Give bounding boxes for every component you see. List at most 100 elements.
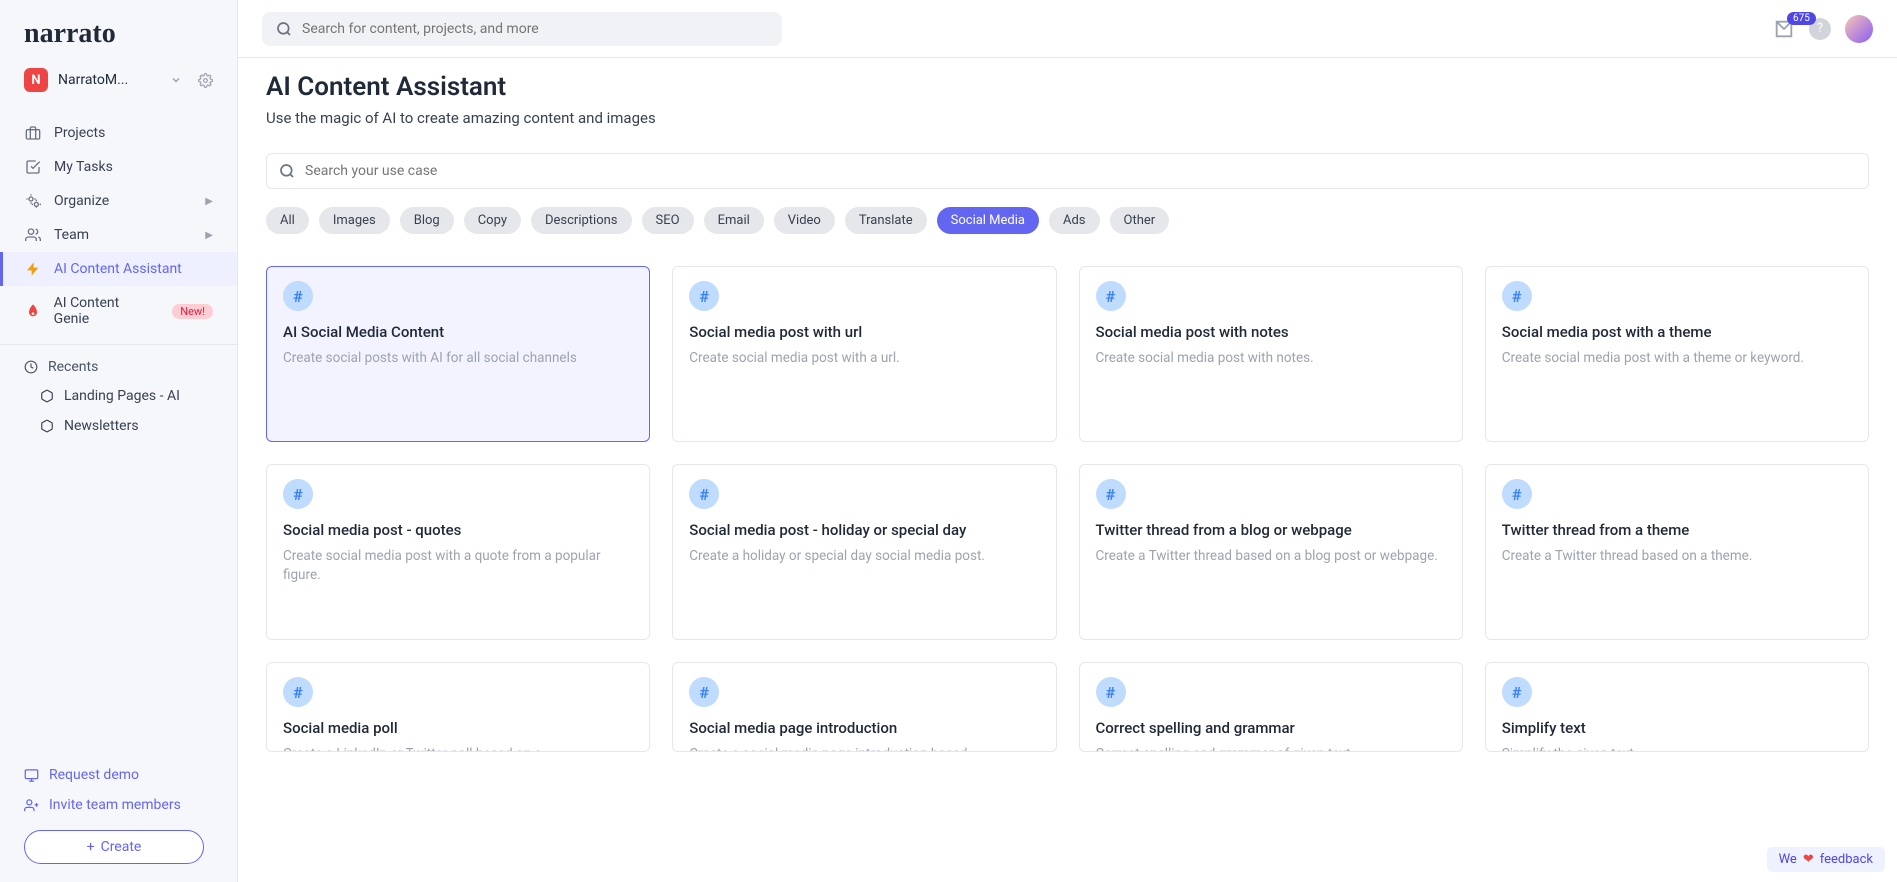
usecase-search[interactable] xyxy=(266,153,1869,189)
rocket-icon xyxy=(24,303,42,319)
gear-icon[interactable] xyxy=(198,73,213,88)
hash-icon: # xyxy=(689,479,719,509)
card-desc: Create a holiday or special day social m… xyxy=(689,547,1039,566)
sidebar-item-organize[interactable]: Organize ▶ xyxy=(0,184,237,218)
card-title: Social media post with url xyxy=(689,323,1039,341)
hash-icon: # xyxy=(689,281,719,311)
page-title: AI Content Assistant xyxy=(266,72,1869,102)
global-search[interactable] xyxy=(262,12,782,46)
usecase-card[interactable]: # Social media post - quotes Create soci… xyxy=(266,464,650,640)
sidebar-item-projects[interactable]: Projects xyxy=(0,116,237,150)
filter-pill-ads[interactable]: Ads xyxy=(1049,207,1100,234)
recents-label: Recents xyxy=(48,359,98,375)
filter-pill-seo[interactable]: SEO xyxy=(642,207,694,234)
card-title: Social media post with notes xyxy=(1096,323,1446,341)
card-desc: Create social posts with AI for all soci… xyxy=(283,349,633,368)
box-icon xyxy=(40,389,54,403)
search-input[interactable] xyxy=(302,21,768,37)
filter-pill-social-media[interactable]: Social Media xyxy=(937,207,1039,234)
filter-pill-other[interactable]: Other xyxy=(1110,207,1170,234)
recent-item[interactable]: Landing Pages - AI xyxy=(0,381,237,411)
sidebar-item-label: Team xyxy=(54,227,89,243)
hash-icon: # xyxy=(1502,479,1532,509)
briefcase-icon xyxy=(24,125,42,141)
filter-pill-images[interactable]: Images xyxy=(319,207,390,234)
sidebar-item-team[interactable]: Team ▶ xyxy=(0,218,237,252)
card-title: Twitter thread from a blog or webpage xyxy=(1096,521,1446,539)
request-demo-link[interactable]: Request demo xyxy=(24,760,213,790)
search-icon xyxy=(276,21,292,37)
usecase-card[interactable]: # Social media post - holiday or special… xyxy=(672,464,1056,640)
card-desc: Create social media post with a url. xyxy=(689,349,1039,368)
filter-pill-email[interactable]: Email xyxy=(704,207,764,234)
card-desc: Create social media post with a quote fr… xyxy=(283,547,633,585)
clock-icon xyxy=(24,360,38,374)
main-content: AI Content Assistant Use the magic of AI… xyxy=(238,58,1897,882)
recent-item[interactable]: Newsletters xyxy=(0,411,237,441)
cogs-icon xyxy=(24,193,42,209)
notifications-button[interactable]: 675 xyxy=(1773,18,1795,40)
hash-icon: # xyxy=(283,281,313,311)
usecase-card[interactable]: # Correct spelling and grammar Correct s… xyxy=(1079,662,1463,752)
sidebar-item-tasks[interactable]: My Tasks xyxy=(0,150,237,184)
filter-pills: All Images Blog Copy Descriptions SEO Email Vid… xyxy=(266,207,1869,234)
chevron-down-icon[interactable] xyxy=(170,74,182,86)
card-desc: Create social media post with notes. xyxy=(1096,349,1446,368)
caret-right-icon: ▶ xyxy=(205,230,213,241)
search-icon xyxy=(279,163,295,179)
filter-pill-translate[interactable]: Translate xyxy=(845,207,927,234)
link-label: Invite team members xyxy=(49,797,181,813)
sidebar-item-ai-assistant[interactable]: AI Content Assistant xyxy=(0,252,237,286)
cards-grid: # AI Social Media Content Create social … xyxy=(266,266,1869,752)
logo: narrato xyxy=(0,0,237,62)
usecase-card[interactable]: # Twitter thread from a theme Create a T… xyxy=(1485,464,1869,640)
recent-item-label: Newsletters xyxy=(64,418,139,434)
create-button[interactable]: + Create xyxy=(24,830,204,864)
sidebar-item-label: Organize xyxy=(54,193,109,209)
card-desc: Create a social media page introduction … xyxy=(689,745,1039,752)
hash-icon: # xyxy=(1096,281,1126,311)
create-label: Create xyxy=(101,839,142,855)
card-title: Correct spelling and grammar xyxy=(1096,719,1446,737)
monitor-icon xyxy=(24,768,39,783)
workspace-selector[interactable]: N NarratoM... xyxy=(0,62,237,106)
card-desc: Create a Twitter thread based on a blog … xyxy=(1096,547,1446,566)
recent-item-label: Landing Pages - AI xyxy=(64,388,180,404)
caret-right-icon: ▶ xyxy=(205,196,213,207)
plus-icon: + xyxy=(87,839,95,855)
workspace-badge: N xyxy=(24,68,48,92)
card-desc: Correct spelling and grammar of given te… xyxy=(1096,745,1446,752)
filter-pill-video[interactable]: Video xyxy=(774,207,835,234)
usecase-card[interactable]: # Simplify text Simplify the given text xyxy=(1485,662,1869,752)
card-desc: Create a Twitter thread based on a theme… xyxy=(1502,547,1852,566)
avatar[interactable] xyxy=(1845,15,1873,43)
sidebar-item-label: AI Content Assistant xyxy=(54,261,182,277)
usecase-search-input[interactable] xyxy=(305,163,1856,179)
card-desc: Create a LinkedIn or Twitter poll based … xyxy=(283,745,633,752)
usecase-card[interactable]: # Social media poll Create a LinkedIn or… xyxy=(266,662,650,752)
filter-pill-copy[interactable]: Copy xyxy=(464,207,521,234)
usecase-card[interactable]: # AI Social Media Content Create social … xyxy=(266,266,650,442)
usecase-card[interactable]: # Social media post with url Create soci… xyxy=(672,266,1056,442)
filter-pill-all[interactable]: All xyxy=(266,207,309,234)
usecase-card[interactable]: # Social media post with a theme Create … xyxy=(1485,266,1869,442)
box-icon xyxy=(40,419,54,433)
invite-team-link[interactable]: Invite team members xyxy=(24,790,213,820)
topbar: 675 ? xyxy=(238,0,1897,58)
hash-icon: # xyxy=(1096,479,1126,509)
workspace-name: NarratoM... xyxy=(58,72,160,88)
card-desc: Simplify the given text xyxy=(1502,745,1852,752)
feedback-button[interactable]: We ❤ feedback xyxy=(1767,847,1885,872)
check-icon xyxy=(24,159,42,175)
hash-icon: # xyxy=(689,677,719,707)
usecase-card[interactable]: # Twitter thread from a blog or webpage … xyxy=(1079,464,1463,640)
filter-pill-blog[interactable]: Blog xyxy=(400,207,454,234)
sidebar-item-ai-genie[interactable]: AI Content Genie New! xyxy=(0,286,237,336)
recents-header: Recents xyxy=(0,345,237,381)
hash-icon: # xyxy=(1502,677,1532,707)
usecase-card[interactable]: # Social media page introduction Create … xyxy=(672,662,1056,752)
usecase-card[interactable]: # Social media post with notes Create so… xyxy=(1079,266,1463,442)
filter-pill-descriptions[interactable]: Descriptions xyxy=(531,207,632,234)
sidebar-item-label: Projects xyxy=(54,125,105,141)
hash-icon: # xyxy=(1502,281,1532,311)
